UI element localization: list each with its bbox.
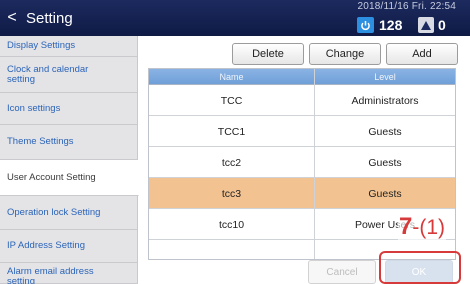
cell-level: Guests [368,187,402,200]
column-divider [314,69,315,259]
sidebar-item-icon-settings[interactable]: Icon settings [0,93,138,125]
add-button[interactable]: Add [386,43,458,65]
alert-a-icon[interactable] [418,17,434,33]
sidebar-item-label: Display Settings [7,40,76,51]
table-row[interactable]: tcc2 Guests [149,147,455,178]
sidebar-item-label: Icon settings [7,102,61,114]
step-label: 7-(1) [398,213,447,240]
table-row-selected[interactable]: tcc3 Guests [149,178,455,209]
ok-button[interactable]: OK [385,260,453,284]
datetime-display: 2018/11/16 Fri. 22:54 [357,1,456,12]
back-button[interactable]: < [4,9,20,27]
cell-level: Guests [368,156,402,169]
column-header-level: Level [374,72,396,82]
table-row[interactable]: TCC1 Guests [149,116,455,147]
sidebar-item-label: Theme Settings [7,136,74,147]
sidebar-item-ip-address[interactable]: IP Address Setting [0,230,138,263]
sidebar-item-user-account[interactable]: User Account Setting [0,160,139,196]
cell-name: tcc10 [218,218,245,231]
step-suffix: -(1) [412,216,446,239]
change-button[interactable]: Change [309,43,381,65]
page-title: Setting [26,10,73,27]
step-number: 7 [399,213,413,240]
power-user-icon[interactable] [357,17,374,33]
sidebar-item-label: IP Address Setting [7,240,85,251]
sidebar-item-clock-calendar[interactable]: Clock and calendar setting [0,57,138,93]
sidebar-item-alarm-email[interactable]: Alarm email address setting [0,263,138,284]
sidebar-item-operation-lock[interactable]: Operation lock Setting [0,196,138,230]
column-header-name: Name [219,72,244,82]
user-count: 128 [379,17,403,33]
sidebar-item-display-settings[interactable]: Display Settings [0,36,138,57]
sidebar: Display Settings Clock and calendar sett… [0,36,139,284]
cell-name: TCC1 [217,125,246,138]
sidebar-item-label: Operation lock Setting [7,206,101,218]
table-header: Name Level [149,69,455,85]
cell-level: Guests [368,125,402,138]
sidebar-item-label: Alarm email address setting [7,266,94,284]
cell-name: tcc2 [221,156,242,169]
sidebar-item-label: Clock and calendar setting [7,63,89,85]
header-bar: < Setting 2018/11/16 Fri. 22:54 128 0 [0,0,470,36]
cell-level: Administrators [351,94,419,107]
sidebar-item-theme-settings[interactable]: Theme Settings [0,125,138,160]
sidebar-item-label: User Account Setting [7,171,96,183]
table-row[interactable]: TCC Administrators [149,85,455,116]
cancel-button[interactable]: Cancel [308,260,376,284]
alert-count: 0 [438,17,446,33]
delete-button[interactable]: Delete [232,43,304,65]
chevron-left-icon: < [7,9,17,26]
cell-name: TCC [220,94,243,107]
cell-name: tcc3 [221,187,242,200]
